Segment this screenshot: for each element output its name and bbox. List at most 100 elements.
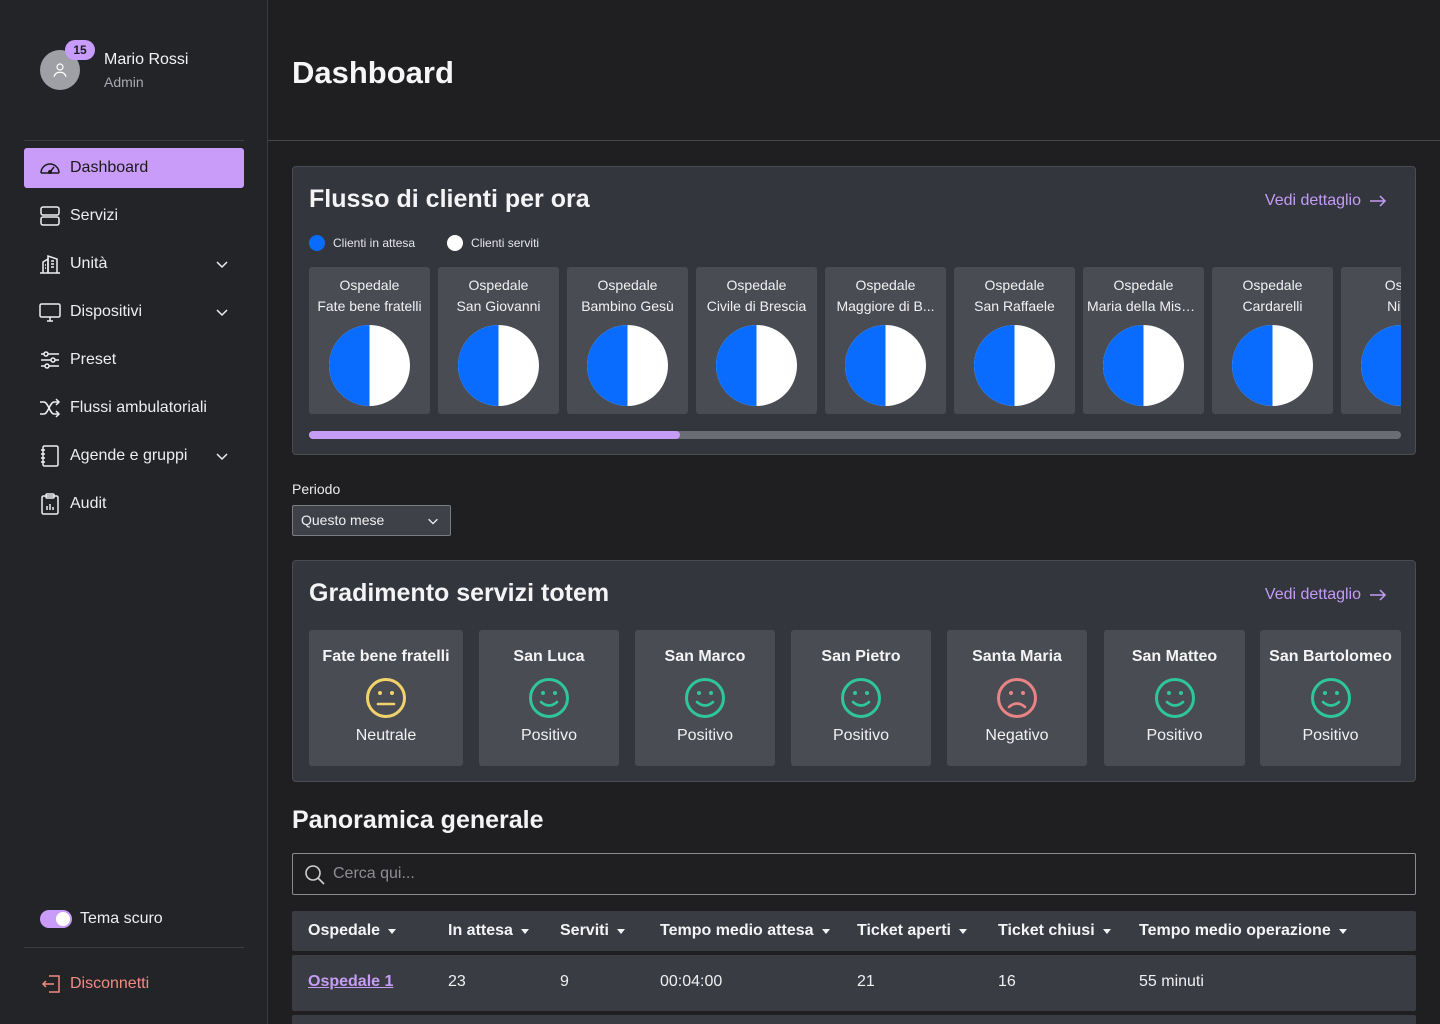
hospital-pie-chart (1232, 325, 1313, 406)
overview-title: Panoramica generale (292, 806, 544, 834)
chevron-down-icon[interactable] (214, 304, 230, 320)
sort-caret-icon (1338, 928, 1347, 934)
positive-face-icon (841, 678, 881, 718)
logout-button[interactable]: Disconnetti (40, 972, 149, 996)
chevron-down-icon[interactable] (214, 448, 230, 464)
rating-card[interactable]: Santa Maria Negativo (947, 630, 1087, 766)
cell-in-attesa: 23 (448, 973, 466, 990)
hospital-label-line1: Ospedale (855, 277, 916, 293)
hospital-card[interactable]: Ospedale Fate bene fratelli (309, 267, 430, 414)
theme-switch[interactable] (40, 910, 72, 928)
logout-label: Disconnetti (70, 975, 150, 992)
user-profile[interactable]: 15 Mario Rossi Admin (40, 40, 240, 94)
column-label: Serviti (560, 922, 609, 939)
hospital-pie-chart (1361, 325, 1401, 406)
legend-label: Clienti serviti (471, 236, 540, 250)
rating-name: Santa Maria (972, 648, 1062, 665)
arrow-right-icon (1370, 589, 1387, 601)
hospital-link[interactable]: Ospedale 1 (308, 973, 393, 991)
search-input[interactable] (333, 862, 1393, 886)
column-label: In attesa (448, 922, 513, 939)
legend-swatch (447, 235, 464, 251)
negative-face-icon (997, 678, 1037, 718)
hospital-pie-chart (458, 325, 539, 406)
hospital-card[interactable]: Ospedale Maria della Miseric (1083, 267, 1204, 414)
search-box[interactable] (292, 853, 1416, 895)
hospital-card[interactable]: Ospedale San Raffaele (954, 267, 1075, 414)
sidebar-item-dashboard[interactable]: Dashboard (24, 148, 244, 188)
user-name: Mario Rossi (104, 51, 189, 68)
scrollbar-thumb[interactable] (309, 431, 681, 439)
column-header-in-attesa[interactable]: In attesa (448, 922, 529, 940)
column-label: Tempo medio attesa (660, 922, 814, 939)
sidebar-item-preset[interactable]: Preset (24, 340, 244, 380)
table-row[interactable] (292, 1015, 1416, 1024)
pie-slice-waiting (458, 325, 499, 406)
sidebar-item-unita[interactable]: Unità (24, 244, 244, 284)
column-header-ticket-aperti[interactable]: Ticket aperti (857, 922, 967, 940)
pie-slice-waiting (329, 325, 370, 406)
column-header-tempo-operazione[interactable]: Tempo medio operazione (1139, 922, 1347, 940)
carousel-scrollbar[interactable] (309, 431, 1401, 439)
rating-name: San Luca (513, 648, 585, 665)
hospital-label-line2: Nigu (1387, 298, 1401, 314)
hospital-label-line1: Ospedale (726, 277, 787, 293)
chevron-down-icon[interactable] (214, 256, 230, 272)
rating-card[interactable]: San Matteo Positivo (1104, 630, 1245, 766)
hospital-pie-chart (329, 325, 410, 406)
hospital-card[interactable]: Ospedale Bambino Gesù (567, 267, 688, 414)
positive-face-icon (685, 678, 725, 718)
column-label: Ospedale (308, 922, 381, 939)
rating-value: Positivo (1146, 727, 1203, 744)
sidebar-item-servizi[interactable]: Servizi (24, 196, 244, 236)
sliders-icon (38, 348, 62, 372)
sidebar-item-agende[interactable]: Agende e gruppi (24, 436, 244, 476)
sort-caret-icon (821, 928, 830, 934)
rating-card[interactable]: San Marco Positivo (635, 630, 775, 766)
rating-card[interactable]: San Pietro Positivo (791, 630, 931, 766)
sidebar: 15 Mario Rossi Admin Dashboard Servizi U… (0, 0, 268, 1024)
column-header-serviti[interactable]: Serviti (560, 922, 625, 940)
sidebar-item-label: Audit (70, 495, 107, 512)
hospital-label-line2: Cardarelli (1242, 298, 1303, 314)
rating-card[interactable]: Fate bene fratelli Neutrale (309, 630, 463, 766)
hospital-pie-chart (845, 325, 926, 406)
hospital-card[interactable]: Ospe Nigu (1341, 267, 1401, 414)
monitor-icon (38, 300, 62, 324)
column-header-ospedale[interactable]: Ospedale (308, 922, 397, 940)
rating-card[interactable]: San Luca Positivo (479, 630, 619, 766)
sidebar-item-flussi[interactable]: Flussi ambulatoriali (24, 388, 244, 428)
sidebar-item-audit[interactable]: Audit (24, 484, 244, 524)
sidebar-nav: Dashboard Servizi Unità Dispositivi Pres… (24, 148, 244, 532)
pie-slice-waiting (716, 325, 757, 406)
ratings-detail-link[interactable]: Vedi dettaglio (1265, 586, 1387, 604)
hospital-label-line2: San Giovanni (456, 298, 541, 314)
legend-item-waiting: Clienti in attesa (309, 235, 415, 251)
table-header: Ospedale In attesa Serviti Tempo medio a… (292, 911, 1416, 951)
column-header-ticket-chiusi[interactable]: Ticket chiusi (998, 922, 1111, 940)
page-title: Dashboard (292, 55, 454, 90)
flow-detail-link[interactable]: Vedi dettaglio (1265, 192, 1387, 210)
hospital-card[interactable]: Ospedale San Giovanni (438, 267, 559, 414)
hospital-card[interactable]: Ospedale Civile di Brescia (696, 267, 817, 414)
sidebar-item-dispositivi[interactable]: Dispositivi (24, 292, 244, 332)
theme-toggle[interactable]: Tema scuro (40, 908, 163, 930)
hospital-label-line1: Ospedale (468, 277, 529, 293)
hospital-card[interactable]: Ospedale Maggiore di B... (825, 267, 946, 414)
period-select[interactable]: Questo mese (292, 505, 451, 536)
shuffle-icon (38, 396, 62, 420)
sidebar-item-label: Unità (70, 255, 108, 272)
rating-card[interactable]: San Bartolomeo Positivo (1260, 630, 1401, 766)
page-header: Dashboard (268, 0, 1440, 141)
column-header-tempo-attesa[interactable]: Tempo medio attesa (660, 922, 830, 940)
hospital-carousel[interactable]: Ospedale Fate bene fratelli Ospedale San Gi… (309, 267, 1401, 417)
pie-slice-waiting (974, 325, 1015, 406)
hospital-pie-chart (716, 325, 797, 406)
legend-swatch (309, 235, 325, 251)
hospital-card[interactable]: Ospedale Cardarelli (1212, 267, 1333, 414)
rating-name: San Bartolomeo (1269, 648, 1392, 665)
hospital-label-line2: San Raffaele (974, 298, 1055, 314)
rating-value: Positivo (676, 727, 734, 744)
table-row[interactable]: Ospedale 1 23 9 00:04:00 21 16 55 minuti (292, 955, 1416, 1011)
detail-link-label: Vedi dettaglio (1264, 586, 1361, 603)
